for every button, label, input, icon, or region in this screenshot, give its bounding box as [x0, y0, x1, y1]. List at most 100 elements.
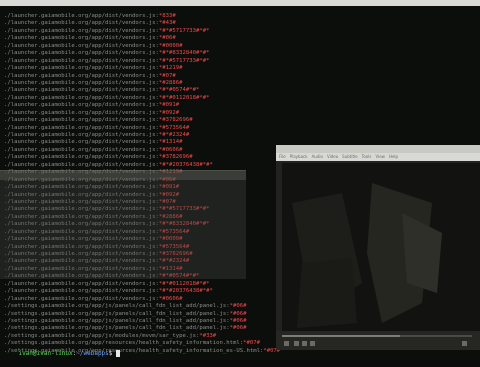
matched-code: *#*#0112018#*#*	[158, 94, 210, 101]
matched-code: *#06#	[229, 325, 247, 332]
volume-icon[interactable]	[462, 341, 467, 346]
terminal-line: ./launcher.gaiamobile.org/app/dist/vendo…	[4, 35, 480, 42]
matched-code: *#3782696#	[158, 117, 193, 124]
file-path: ./launcher.gaiamobile.org/app/dist/vendo…	[4, 102, 159, 109]
media-player-titlebar[interactable]	[276, 145, 480, 153]
terminal-line: ./launcher.gaiamobile.org/app/dist/vendo…	[4, 28, 480, 35]
file-path: ./launcher.gaiamobile.org/app/dist/vendo…	[4, 20, 159, 27]
next-icon[interactable]	[310, 341, 315, 346]
text-cursor	[116, 350, 121, 357]
matched-code: *#06#	[229, 317, 247, 324]
matched-code: *#07#	[158, 72, 176, 79]
file-path: ./launcher.gaiamobile.org/app/dist/vendo…	[4, 280, 159, 287]
file-path: ./settings.gaiamobile.org/app/js/panels/…	[4, 310, 230, 317]
terminal-line: ./launcher.gaiamobile.org/app/dist/vendo…	[4, 65, 480, 72]
seek-bar-fill	[282, 335, 400, 337]
matched-code: *#1219#	[158, 65, 183, 72]
menu-item[interactable]: Playback	[290, 153, 308, 161]
terminal-line: ./launcher.gaiamobile.org/app/dist/vendo…	[4, 117, 480, 124]
matched-code: *#07#	[243, 340, 260, 347]
media-player-window[interactable]: File Playback Audio Video Subtitle Tools View H…	[276, 145, 480, 350]
shell-prompt[interactable]: ivan@ivan-linux:~/webapps$	[4, 340, 121, 357]
terminal-line: ./launcher.gaiamobile.org/app/dist/vendo…	[4, 95, 480, 102]
matched-code: *833#	[158, 13, 176, 19]
file-path: ./launcher.gaiamobile.org/app/dist/vendo…	[4, 57, 159, 64]
video-content	[282, 163, 480, 331]
file-path: ./launcher.gaiamobile.org/app/dist/vendo…	[4, 154, 159, 161]
seek-bar[interactable]	[282, 335, 472, 337]
matched-code: *#33#	[199, 332, 217, 339]
terminal-line: ./launcher.gaiamobile.org/app/dist/vendo…	[4, 102, 480, 109]
file-path: ./settings.gaiamobile.org/app/js/panels/…	[4, 317, 230, 324]
file-path: ./launcher.gaiamobile.org/app/dist/vendo…	[4, 146, 159, 153]
terminal-line: ./launcher.gaiamobile.org/app/dist/vendo…	[4, 20, 480, 27]
matched-code: *#*#20376438#*#*	[158, 161, 213, 168]
file-path: ./launcher.gaiamobile.org/app/dist/vendo…	[4, 42, 159, 49]
file-path: ./settings.gaiamobile.org/app/js/panels/…	[4, 325, 230, 332]
matched-code: *#06#	[158, 35, 176, 42]
matched-code: *#0606#	[158, 146, 183, 153]
file-path: ./launcher.gaiamobile.org/app/dist/vendo…	[4, 35, 159, 42]
play-pause-icon[interactable]	[284, 341, 289, 346]
file-path: ./launcher.gaiamobile.org/app/dist/vendo…	[4, 65, 159, 72]
matched-code: *#*#2324#	[158, 132, 190, 138]
matched-code: *#*#5717733#*#*	[158, 27, 210, 34]
menu-item[interactable]: Help	[389, 153, 398, 161]
file-path: ./launcher.gaiamobile.org/app/dist/vendo…	[4, 94, 159, 101]
file-path: ./launcher.gaiamobile.org/app/dist/vendo…	[4, 72, 159, 79]
matched-code: *#*#20376438#*#*	[158, 288, 213, 295]
file-path: ./launcher.gaiamobile.org/app/dist/vendo…	[4, 288, 159, 295]
terminal-line: ./launcher.gaiamobile.org/app/dist/vendo…	[4, 80, 480, 87]
file-path: ./launcher.gaiamobile.org/app/dist/vendo…	[4, 124, 159, 131]
matched-code: *#*#5717733#*#*	[158, 57, 210, 64]
menu-item[interactable]: Subtitle	[342, 153, 357, 161]
file-path: ./launcher.gaiamobile.org/app/dist/vendo…	[4, 27, 159, 34]
menu-item[interactable]: Audio	[312, 153, 323, 161]
file-path: ./launcher.gaiamobile.org/app/dist/vendo…	[4, 13, 159, 19]
matched-code: *#1314#	[158, 139, 183, 146]
file-path: ./settings.gaiamobile.org/app/js/modules…	[4, 332, 200, 339]
video-frame[interactable]	[282, 163, 480, 331]
terminal-line: ./launcher.gaiamobile.org/app/dist/vendo…	[4, 125, 480, 132]
terminal-line: ./launcher.gaiamobile.org/app/dist/vendo…	[4, 43, 480, 50]
matched-code: *#43#	[158, 20, 176, 27]
file-path: ./launcher.gaiamobile.org/app/dist/vendo…	[4, 109, 159, 116]
matched-code: *#0000#	[158, 42, 183, 49]
terminal-line: ./launcher.gaiamobile.org/app/dist/vendo…	[4, 110, 480, 117]
file-path: ./launcher.gaiamobile.org/app/dist/vendo…	[4, 139, 159, 146]
prompt-path: ~/webapps	[76, 350, 109, 357]
matched-code: *#*#0112018#*#*	[158, 280, 210, 287]
file-path: ./launcher.gaiamobile.org/app/dist/vendo…	[4, 50, 159, 57]
media-controls	[276, 331, 480, 350]
terminal-line: ./launcher.gaiamobile.org/app/dist/vendo…	[4, 58, 480, 65]
matched-code: *#3782696#	[158, 154, 193, 161]
matched-code: *#573564#	[158, 124, 190, 131]
matched-code: *#*#0574#*#*	[158, 87, 200, 94]
previous-icon[interactable]	[294, 341, 299, 346]
menu-item[interactable]: Tools	[362, 153, 372, 161]
file-path: ./launcher.gaiamobile.org/app/dist/vendo…	[4, 79, 159, 86]
background-window[interactable]	[0, 170, 246, 279]
matched-code: *#06#	[229, 303, 247, 310]
file-path: ./launcher.gaiamobile.org/app/dist/vendo…	[4, 87, 159, 94]
terminal-line: ./launcher.gaiamobile.org/app/dist/vendo…	[4, 13, 480, 20]
menu-item[interactable]: Video	[327, 153, 338, 161]
file-path: ./launcher.gaiamobile.org/app/dist/vendo…	[4, 161, 159, 168]
terminal-line: ./launcher.gaiamobile.org/app/dist/vendo…	[4, 132, 480, 139]
prompt-user-host: ivan@ivan-linux	[18, 350, 73, 357]
menu-item[interactable]: View	[375, 153, 385, 161]
file-path: ./launcher.gaiamobile.org/app/dist/vendo…	[4, 117, 159, 124]
terminal-line: ./launcher.gaiamobile.org/app/dist/vendo…	[4, 87, 480, 94]
media-player-menubar: File Playback Audio Video Subtitle Tools View H…	[276, 153, 480, 161]
menu-item[interactable]: File	[279, 153, 286, 161]
terminal-line: ./launcher.gaiamobile.org/app/dist/vendo…	[4, 73, 480, 80]
matched-code: *#2886#	[158, 79, 183, 86]
matched-code: *#*#8332840#*#*	[158, 50, 210, 57]
file-path: ./settings.gaiamobile.org/app/js/panels/…	[4, 303, 230, 310]
matched-code: *#0606#	[158, 295, 183, 302]
background-window-titlebar[interactable]	[0, 171, 246, 180]
matched-code: *#06#	[229, 310, 247, 317]
matched-code: *#092#	[158, 109, 180, 116]
stop-icon[interactable]	[302, 341, 307, 346]
file-path: ./launcher.gaiamobile.org/app/dist/vendo…	[4, 295, 159, 302]
